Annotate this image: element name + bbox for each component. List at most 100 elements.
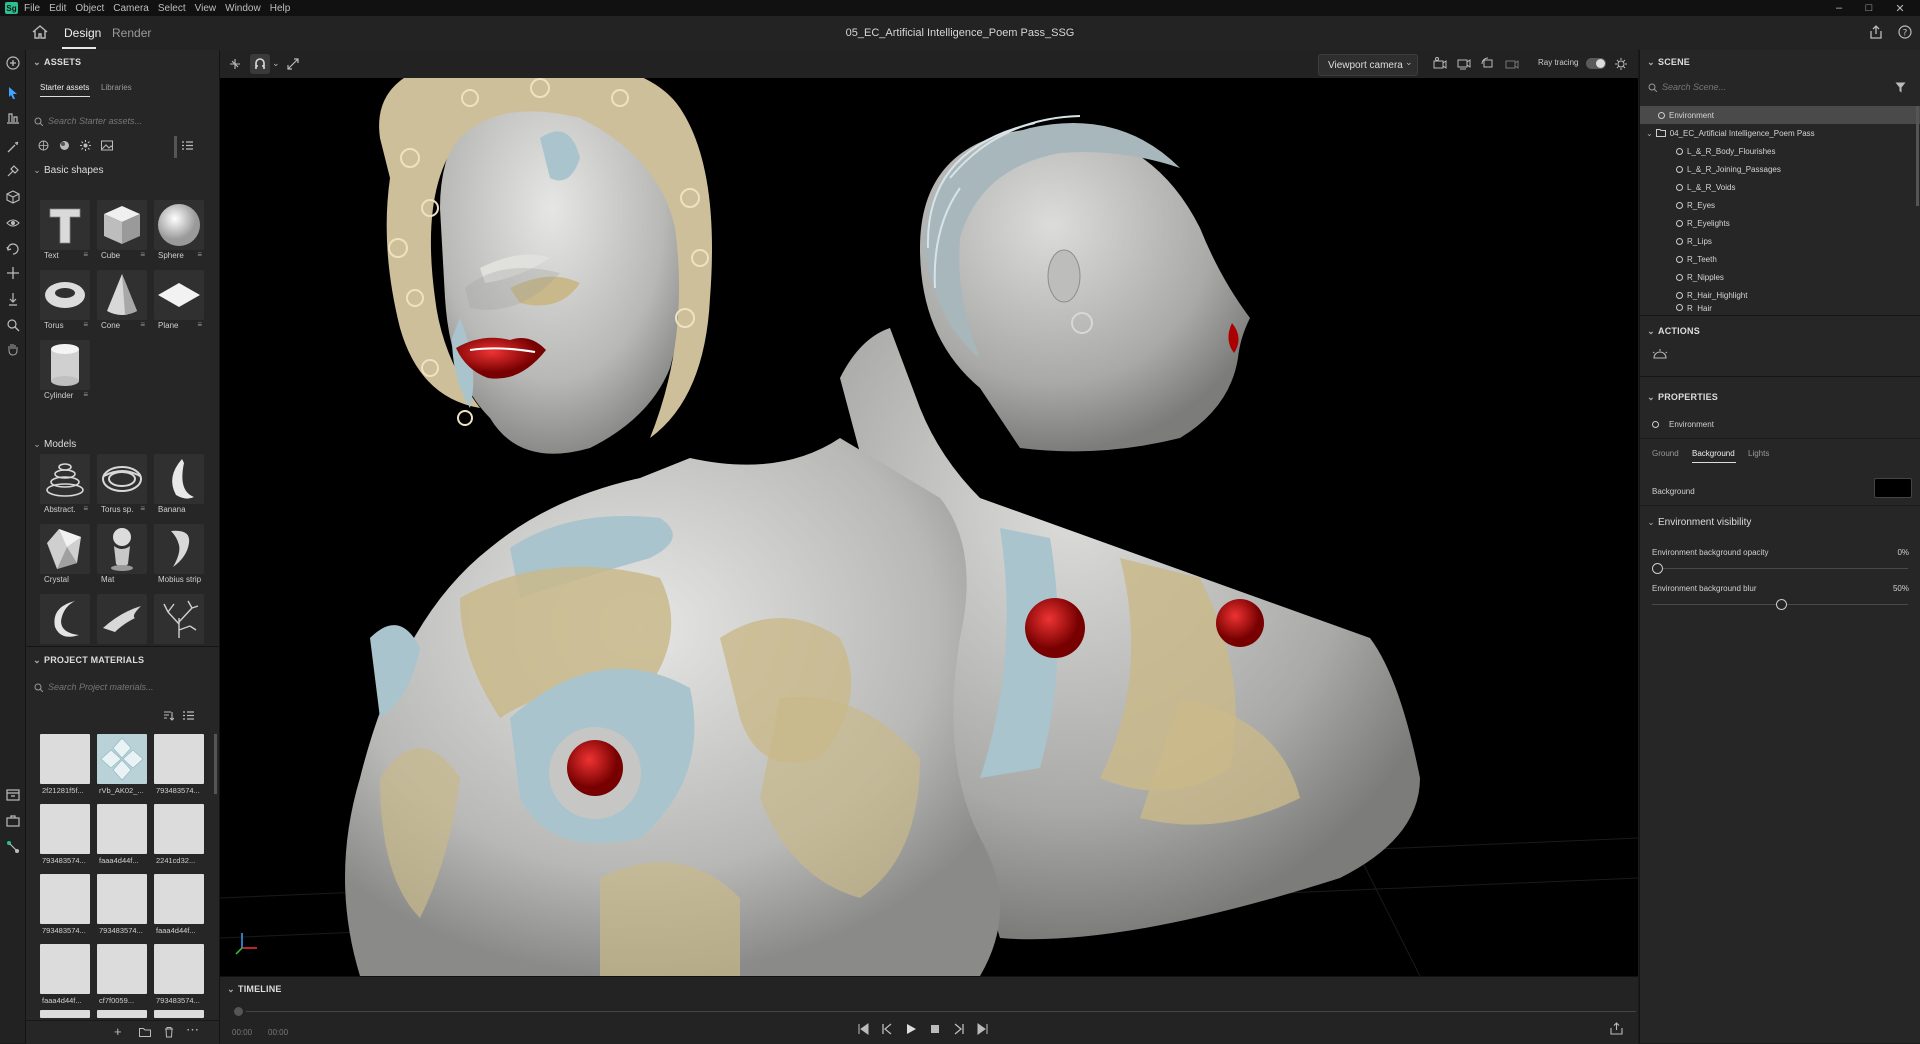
camera-add-icon[interactable] [1505, 57, 1519, 71]
material-tile[interactable]: cf7f0059... [97, 944, 147, 1005]
shape-tile-cone[interactable]: Cone ≡ [97, 270, 147, 330]
trash-icon[interactable] [164, 1026, 174, 1038]
assets-scrollbar[interactable] [174, 136, 177, 158]
more-icon[interactable]: ⋯ [186, 1022, 199, 1038]
model-tile-coral[interactable] [154, 594, 204, 644]
sort-icon[interactable] [163, 710, 174, 721]
opacity-slider-thumb[interactable] [1652, 563, 1663, 574]
scene-group[interactable]: ⌄ 04_EC_Artificial Intelligence_Poem Pas… [1640, 124, 1920, 142]
menu-select[interactable]: Select [158, 3, 186, 14]
material-tile[interactable]: faaa4d44f... [40, 944, 90, 1005]
scene-item[interactable]: R_Lips [1640, 232, 1920, 250]
shape-tile-cylinder[interactable]: Cylinder ≡ [40, 340, 90, 400]
scene-item-environment[interactable]: Environment [1640, 106, 1920, 124]
timeline-header[interactable]: ⌄ TIMELINE [220, 978, 420, 1000]
scene-item[interactable]: R_Eyes [1640, 196, 1920, 214]
scene-item[interactable]: L_&_R_Body_Flourishes [1640, 142, 1920, 160]
select-tool-icon[interactable] [4, 84, 21, 101]
model-tile-ring[interactable] [40, 594, 90, 644]
models-header[interactable]: ⌄ Models [26, 434, 219, 454]
scene-item[interactable]: R_Teeth [1640, 250, 1920, 268]
step-back-icon[interactable] [881, 1023, 893, 1035]
snap-toggle[interactable] [250, 54, 270, 74]
snap-dropdown-icon[interactable]: ⌄ [272, 58, 280, 69]
materials-scrollbar[interactable] [214, 734, 217, 794]
transform-icon[interactable] [228, 57, 242, 71]
material-tile[interactable]: 793483574... [40, 804, 90, 865]
material-tile[interactable] [97, 1010, 147, 1018]
viewport[interactable] [220, 78, 1638, 976]
scene-header[interactable]: ⌄ SCENE [1640, 51, 1833, 73]
skip-to-start-icon[interactable] [857, 1023, 869, 1035]
assets-header[interactable]: ⌄ ASSETS [26, 51, 219, 73]
options-icon[interactable]: ≡ [140, 320, 145, 329]
options-icon[interactable]: ≡ [83, 504, 88, 513]
assets-search-input[interactable]: Search Starter assets... [48, 116, 142, 126]
timeline-playhead[interactable] [234, 1007, 243, 1016]
skip-to-end-icon[interactable] [977, 1023, 989, 1035]
cube-tool-icon[interactable] [4, 188, 21, 205]
opacity-slider-track[interactable] [1652, 568, 1908, 569]
model-tile-torus-spiral[interactable]: Torus sp... ≡ [97, 454, 147, 514]
background-color-swatch[interactable] [1874, 478, 1912, 498]
arrange-icon[interactable] [286, 57, 300, 71]
menu-window[interactable]: Window [225, 3, 261, 14]
paint-tool-icon[interactable] [4, 162, 21, 179]
hand-tool-icon[interactable] [4, 340, 21, 357]
graph-icon[interactable] [4, 838, 21, 855]
list-view-icon[interactable] [183, 710, 194, 721]
scene-item[interactable]: R_Nipples [1640, 268, 1920, 286]
scene-item[interactable]: R_Hair [1640, 304, 1920, 312]
scene-search-input[interactable]: Search Scene... [1662, 82, 1726, 92]
help-icon[interactable]: ? [1898, 25, 1912, 39]
ray-tracing-toggle[interactable] [1586, 58, 1606, 69]
material-tile[interactable]: 2241cd32... [154, 804, 204, 865]
close-icon[interactable]: ✕ [1886, 0, 1914, 16]
options-icon[interactable]: ≡ [83, 250, 88, 259]
materials-filter-icon[interactable] [38, 140, 49, 151]
blur-slider-thumb[interactable] [1775, 599, 1787, 610]
scene-item[interactable]: R_Hair_Highlight [1640, 286, 1920, 304]
export-icon[interactable] [1610, 1022, 1623, 1035]
align-tool-icon[interactable] [4, 108, 21, 125]
orbit-tool-icon[interactable] [4, 240, 21, 257]
menu-object[interactable]: Object [75, 3, 104, 14]
model-tile-banana[interactable]: Banana [154, 454, 204, 514]
menu-edit[interactable]: Edit [49, 3, 66, 14]
options-icon[interactable]: ≡ [83, 320, 88, 329]
shapes-filter-icon[interactable] [59, 140, 70, 151]
timeline-track[interactable] [246, 1011, 1636, 1012]
material-tile[interactable]: faaa4d44f... [154, 874, 204, 935]
properties-header[interactable]: ⌄ PROPERTIES [1640, 386, 1833, 408]
chevron-down-icon[interactable]: ⌄ [1646, 129, 1653, 138]
tab-libraries[interactable]: Libraries [101, 83, 132, 92]
material-tile[interactable]: 793483574... [40, 874, 90, 935]
shape-tile-torus[interactable]: Torus ≡ [40, 270, 90, 330]
options-icon[interactable]: ≡ [140, 504, 145, 513]
stop-icon[interactable] [929, 1023, 941, 1035]
zoom-tool-icon[interactable] [4, 316, 21, 333]
step-forward-icon[interactable] [953, 1023, 965, 1035]
project-materials-search[interactable]: Search Project materials... [26, 676, 216, 698]
menu-help[interactable]: Help [270, 3, 291, 14]
share-icon[interactable] [1869, 25, 1883, 39]
add-icon[interactable]: + [114, 1024, 122, 1039]
add-icon[interactable] [4, 54, 21, 71]
render-settings-icon[interactable] [1614, 57, 1628, 71]
material-tile[interactable]: 793483574... [97, 874, 147, 935]
model-tile-bird[interactable] [97, 594, 147, 644]
material-tile[interactable] [154, 1010, 204, 1018]
archive-icon[interactable] [4, 786, 21, 803]
action-button[interactable] [1650, 346, 1670, 364]
material-tile[interactable]: 793483574... [154, 944, 204, 1005]
shape-tile-plane[interactable]: Plane ≡ [154, 270, 204, 330]
shape-tile-text[interactable]: Text ≡ [40, 200, 90, 260]
tab-lights[interactable]: Lights [1748, 449, 1769, 458]
tab-background[interactable]: Background [1692, 449, 1735, 458]
lights-filter-icon[interactable] [80, 140, 91, 151]
environment-visibility-header[interactable]: ⌄ Environment visibility [1640, 512, 1833, 532]
menu-view[interactable]: View [195, 3, 217, 14]
material-tile[interactable]: faaa4d44f... [97, 804, 147, 865]
assets-search[interactable]: Search Starter assets... [26, 110, 216, 132]
camera-bookmark-icon[interactable] [1481, 57, 1495, 71]
